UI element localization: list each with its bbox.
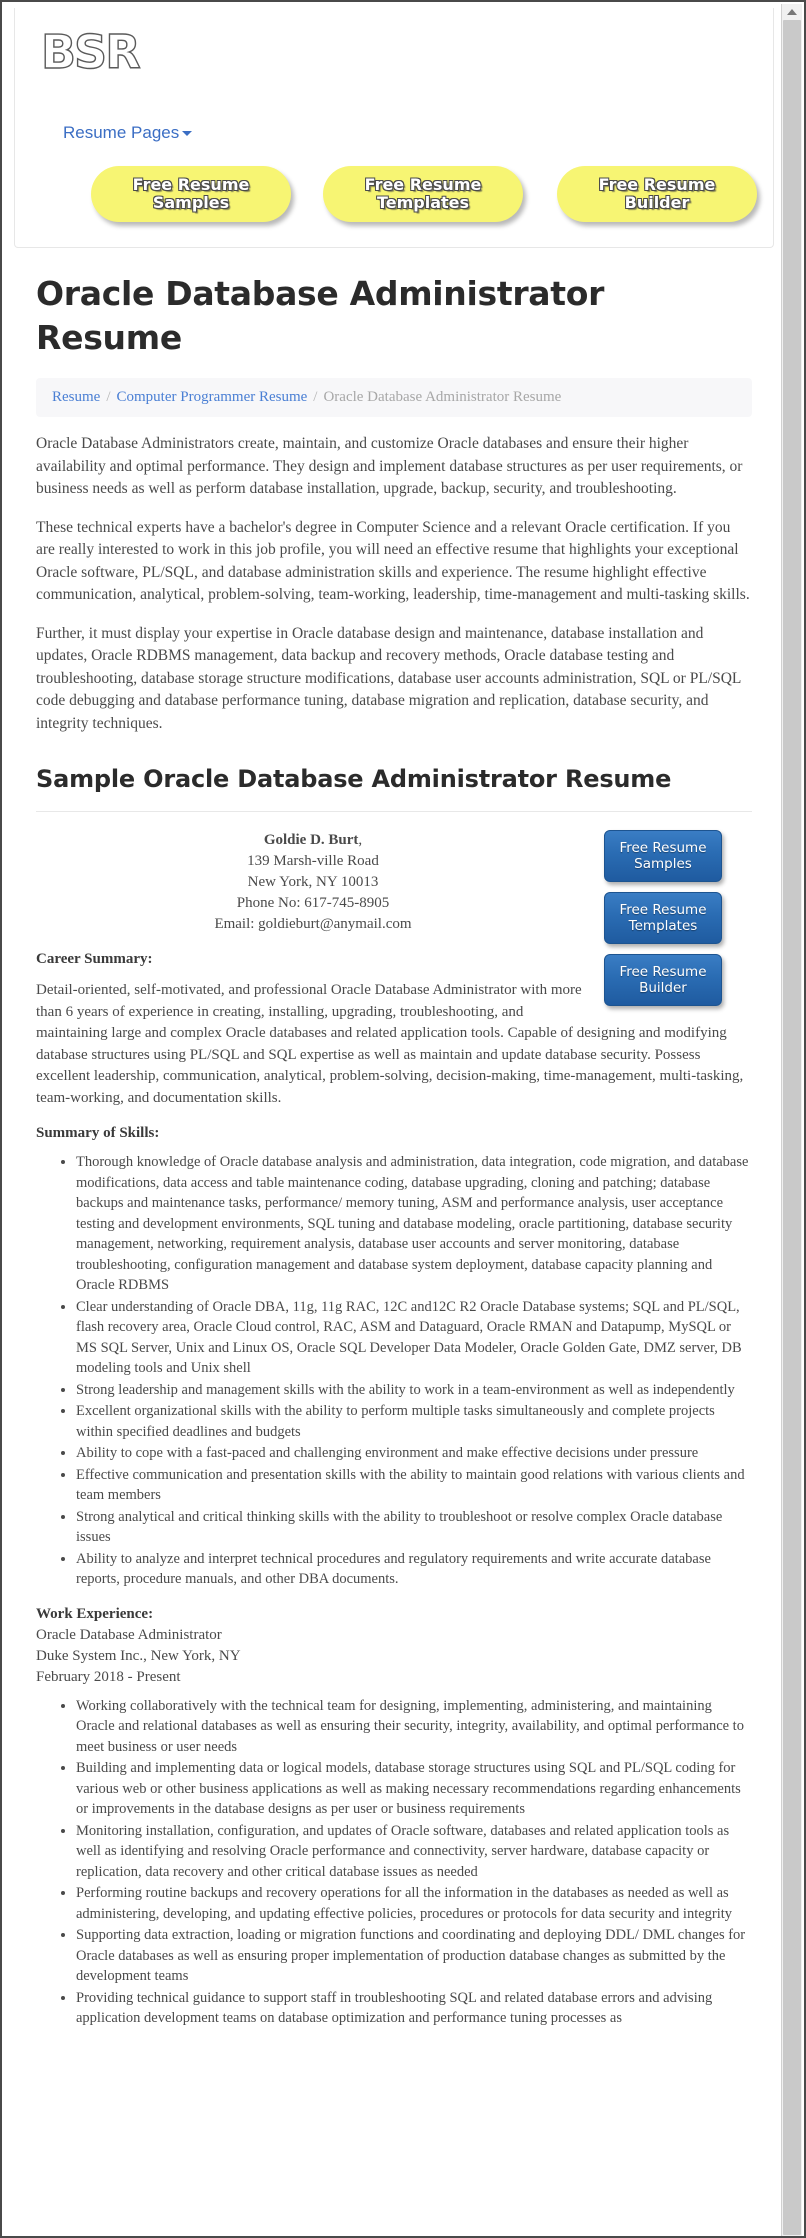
work-list-item: Monitoring installation, configuration, … [76, 1821, 752, 1883]
nav-resume-pages-dropdown[interactable]: Resume Pages [63, 123, 193, 143]
free-resume-builder-button-blue[interactable]: Free Resume Builder [604, 954, 722, 1006]
blue-cta-stack: Free Resume Samples Free Resume Template… [604, 830, 734, 1016]
work-experience-list: Working collaboratively with the technic… [36, 1696, 752, 2029]
intro-paragraph-2: These technical experts have a bachelor'… [36, 518, 750, 604]
button-label: Free Resume Templates [364, 175, 482, 212]
contact-city-state-zip: New York, NY 10013 [247, 874, 379, 890]
sample-resume-body: Free Resume Samples Free Resume Template… [36, 812, 752, 2030]
yellow-cta-row: Free Resume Samples Free Resume Template… [15, 166, 773, 228]
free-resume-samples-button-yellow[interactable]: Free Resume Samples [91, 166, 291, 222]
work-list-item: Performing routine backups and recovery … [76, 1883, 752, 1924]
skill-list-item: Ability to analyze and interpret technic… [76, 1549, 752, 1590]
skill-list-item: Excellent organizational skills with the… [76, 1401, 752, 1442]
chevron-down-icon [182, 131, 193, 137]
summary-of-skills-label: Summary of Skills: [36, 1125, 160, 1141]
scroll-up-button[interactable] [782, 4, 802, 19]
browser-viewport: BSR Resume Pages Free Resume Samples Fre… [0, 0, 806, 2238]
job-company: Duke System Inc., New York, NY [36, 1647, 241, 1664]
skill-list-item: Strong analytical and critical thinking … [76, 1507, 752, 1548]
work-list-item: Building and implementing data or logica… [76, 1758, 752, 1820]
sample-resume-heading: Sample Oracle Database Administrator Res… [36, 765, 672, 793]
free-resume-samples-button-blue[interactable]: Free Resume Samples [604, 830, 722, 882]
button-label: Free Resume Templates [619, 902, 707, 934]
contact-name-suffix: , [358, 832, 363, 848]
button-label: Free Resume Builder [598, 175, 716, 212]
work-list-item: Supporting data extraction, loading or m… [76, 1925, 752, 1987]
skill-list-item: Strong leadership and management skills … [76, 1380, 752, 1401]
site-header: BSR Resume Pages Free Resume Samples Fre… [14, 8, 774, 248]
button-label: Free Resume Builder [619, 964, 707, 996]
skill-list-item: Thorough knowledge of Oracle database an… [76, 1152, 752, 1296]
work-list-item: Working collaboratively with the technic… [76, 1696, 752, 1758]
button-label: Free Resume Samples [619, 840, 707, 872]
bsr-logo[interactable]: BSR [40, 25, 161, 78]
work-experience-label: Work Experience: [36, 1605, 154, 1622]
free-resume-builder-button-yellow[interactable]: Free Resume Builder [557, 166, 757, 222]
contact-address: 139 Marsh-ville Road [247, 853, 379, 869]
breadcrumb-link-resume[interactable]: Resume [52, 389, 100, 405]
button-label: Free Resume Samples [132, 175, 250, 212]
scrollbar-thumb[interactable] [783, 20, 801, 2235]
intro-paragraph-1: Oracle Database Administrators create, m… [36, 435, 743, 497]
breadcrumb-separator: / [106, 389, 111, 405]
breadcrumb-separator: / [313, 389, 318, 405]
contact-phone: Phone No: 617-745-8905 [236, 895, 390, 911]
vertical-scrollbar[interactable] [781, 4, 802, 2236]
intro-paragraph-3: Further, it must display your expertise … [36, 624, 741, 732]
breadcrumb: Resume / Computer Programmer Resume / Oracle… [36, 378, 752, 417]
breadcrumb-link-computer-programmer-resume[interactable]: Computer Programmer Resume [117, 389, 308, 405]
chevron-up-icon [787, 8, 797, 15]
work-list-item: Providing technical guidance to support … [76, 1988, 752, 2029]
skill-list-item: Clear understanding of Oracle DBA, 11g, … [76, 1297, 752, 1379]
free-resume-templates-button-yellow[interactable]: Free Resume Templates [323, 166, 523, 222]
page-content: BSR Resume Pages Free Resume Samples Fre… [4, 4, 784, 2236]
breadcrumb-current: Oracle Database Administrator Resume [323, 389, 562, 405]
contact-email: Email: goldieburt@anymail.com [214, 916, 412, 932]
free-resume-templates-button-blue[interactable]: Free Resume Templates [604, 892, 722, 944]
job-title: Oracle Database Administrator [36, 1626, 222, 1643]
main-article: Oracle Database Administrator Resume Res… [14, 272, 774, 2030]
contact-name-line: Goldie D. Burt, [36, 830, 602, 851]
nav-resume-pages-label: Resume Pages [63, 123, 180, 142]
job-dates: February 2018 - Present [36, 1668, 181, 1685]
page-title: Oracle Database Administrator Resume [36, 274, 605, 357]
skill-list-item: Ability to cope with a fast-paced and ch… [76, 1443, 752, 1464]
contact-name: Goldie D. Burt [263, 832, 359, 848]
skills-list: Thorough knowledge of Oracle database an… [36, 1152, 752, 1590]
skill-list-item: Effective communication and presentation… [76, 1465, 752, 1506]
